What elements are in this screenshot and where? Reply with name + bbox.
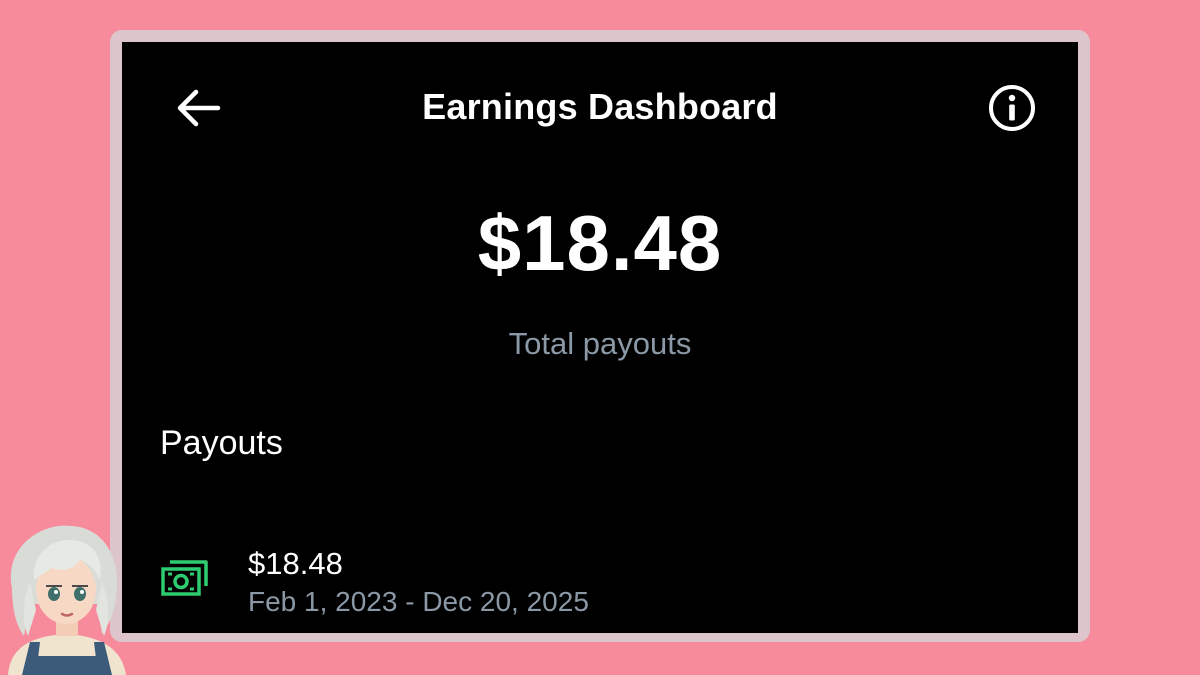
payout-date-range: Feb 1, 2023 - Dec 20, 2025 bbox=[248, 586, 589, 617]
app-screen: Earnings Dashboard $18.48 Total payouts … bbox=[122, 42, 1078, 633]
page-title: Earnings Dashboard bbox=[422, 86, 778, 127]
payouts-heading: Payouts bbox=[160, 424, 283, 462]
total-payout-amount: $18.48 bbox=[477, 199, 723, 287]
avatar bbox=[0, 518, 135, 675]
payout-list-item[interactable]: $18.48 Feb 1, 2023 - Dec 20, 2025 bbox=[122, 532, 1078, 632]
info-circle-icon bbox=[989, 85, 1035, 131]
info-button[interactable] bbox=[986, 82, 1038, 134]
total-payout-label: Total payouts bbox=[508, 326, 692, 361]
cash-icon bbox=[160, 558, 210, 598]
payout-amount: $18.48 bbox=[248, 546, 343, 581]
